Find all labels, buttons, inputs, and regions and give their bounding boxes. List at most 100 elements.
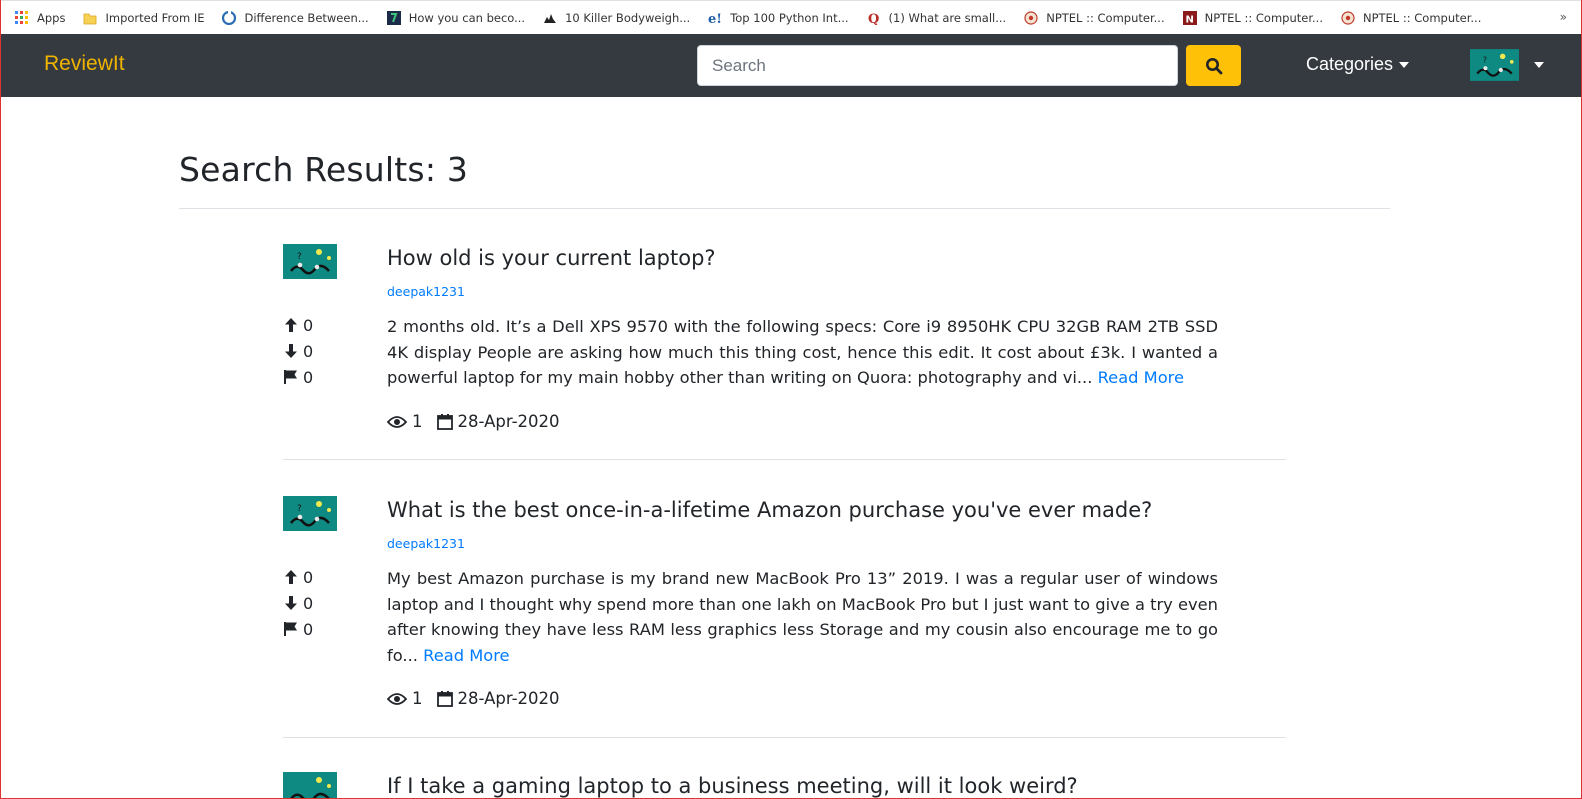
page-title: Search Results: 3 — [179, 150, 469, 189]
site-icon — [386, 10, 401, 25]
read-more-link[interactable]: Read More — [423, 646, 509, 665]
bookmark-label: Top 100 Python Int... — [730, 10, 849, 25]
downvote-count: 0 — [303, 593, 314, 613]
downvote-count: 0 — [303, 341, 314, 361]
title-divider — [179, 208, 1390, 209]
quora-icon: Q — [868, 12, 879, 25]
post-divider — [283, 737, 1286, 738]
chevron-down-icon — [1399, 61, 1410, 68]
window-border — [0, 0, 1, 799]
site-icon — [544, 13, 557, 23]
svg-text:Q: Q — [868, 12, 879, 25]
bookmark-label: NPTEL :: Computer... — [1046, 10, 1165, 25]
post-title[interactable]: What is the best once-in-a-lifetime Amaz… — [387, 498, 1152, 522]
upvote-button[interactable]: 0 — [283, 312, 313, 338]
nptel-icon — [1024, 10, 1038, 25]
svg-text:e!: e! — [708, 12, 722, 25]
author-link[interactable]: deepak1231 — [387, 536, 465, 551]
post-excerpt: My best Amazon purchase is my brand new … — [387, 566, 1218, 669]
user-menu-chevron-down-icon[interactable] — [1534, 62, 1544, 68]
author-link[interactable]: deepak1231 — [387, 284, 465, 299]
bookmark-nptel-3[interactable]: NPTEL :: Computer... — [1341, 7, 1481, 29]
upvote-count: 0 — [303, 567, 314, 587]
top-navbar: ReviewIt Categories ? — [0, 34, 1582, 97]
nptel-icon: N — [1182, 10, 1197, 25]
arrow-up-icon — [285, 318, 297, 332]
more-bookmarks-chevron-icon[interactable]: » — [1560, 10, 1567, 24]
flag-count: 0 — [303, 367, 314, 387]
svg-text:?: ? — [1483, 55, 1487, 65]
search-button[interactable] — [1186, 45, 1241, 86]
upvote-count: 0 — [303, 315, 314, 335]
downvote-button[interactable]: 0 — [283, 590, 313, 616]
bookmark-label: NPTEL :: Computer... — [1362, 10, 1482, 25]
bookmark-top-100-python[interactable]: e! Top 100 Python Int... — [708, 7, 848, 29]
categories-label: Categories — [1306, 54, 1394, 74]
svg-text:?: ? — [297, 252, 302, 262]
eye-icon — [387, 692, 407, 705]
post-meta: 1 28-Apr-2020 — [387, 689, 560, 708]
flag-button[interactable]: 0 — [283, 616, 313, 642]
post-divider — [283, 459, 1286, 460]
bookmark-label: 10 Killer Bodyweigh... — [565, 10, 691, 25]
author-avatar[interactable]: ? — [283, 496, 337, 531]
eye-icon — [387, 415, 407, 428]
search-input[interactable] — [697, 45, 1178, 86]
flag-count: 0 — [303, 619, 314, 639]
bookmark-killer-bodyweight[interactable]: 10 Killer Bodyweigh... — [543, 7, 690, 29]
user-avatar[interactable]: ? — [1470, 49, 1519, 81]
search-icon — [1205, 57, 1222, 74]
bookmark-quora[interactable]: Q (1) What are small... — [867, 7, 1007, 29]
arrow-down-icon — [285, 596, 297, 610]
post-card: ? 0 0 0 What is the best once-in-a-lifet… — [283, 496, 1286, 738]
post-card: If I take a gaming laptop to a business … — [283, 772, 1286, 799]
author-avatar[interactable]: ? — [283, 244, 337, 279]
bookmark-label: (1) What are small... — [888, 10, 1007, 25]
view-count: 1 — [412, 689, 423, 708]
post-card: ? 0 0 0 How old is your current laptop? … — [283, 244, 1286, 460]
calendar-icon — [436, 414, 453, 430]
svg-text:?: ? — [297, 504, 302, 514]
excerpt-text: 2 months old. It’s a Dell XPS 9570 with … — [387, 317, 1218, 388]
post-title[interactable]: If I take a gaming laptop to a business … — [387, 774, 1078, 798]
bookmark-label: NPTEL :: Computer... — [1204, 10, 1323, 25]
downvote-button[interactable]: 0 — [283, 338, 313, 364]
bookmark-nptel-2[interactable]: N NPTEL :: Computer... — [1182, 7, 1323, 29]
bookmark-label: How you can beco... — [408, 10, 526, 25]
bookmark-label: Imported From IE — [105, 10, 205, 25]
folder-icon — [84, 13, 97, 24]
site-icon — [222, 10, 237, 25]
bookmarks-bar: Apps Imported From IE Difference Between… — [0, 0, 1582, 34]
bookmark-difference-between[interactable]: Difference Between... — [222, 7, 369, 29]
bookmark-imported-from-ie[interactable]: Imported From IE — [83, 7, 204, 29]
post-date: 28-Apr-2020 — [457, 412, 560, 431]
post-date: 28-Apr-2020 — [457, 689, 560, 708]
vote-panel: 0 0 0 — [283, 312, 313, 390]
flag-icon — [284, 370, 297, 384]
bookmark-label: Difference Between... — [244, 10, 369, 25]
calendar-icon — [436, 691, 453, 707]
svg-text:N: N — [1185, 14, 1193, 25]
bookmark-label: Apps — [37, 10, 66, 25]
flag-button[interactable]: 0 — [283, 364, 313, 390]
read-more-link[interactable]: Read More — [1098, 368, 1184, 387]
arrow-up-icon — [285, 570, 297, 584]
brand-logo-text[interactable]: ReviewIt — [44, 52, 125, 76]
vote-panel: 0 0 0 — [283, 564, 313, 642]
post-excerpt: 2 months old. It’s a Dell XPS 9570 with … — [387, 314, 1218, 391]
post-meta: 1 28-Apr-2020 — [387, 412, 560, 431]
excerpt-text: My best Amazon purchase is my brand new … — [387, 569, 1218, 666]
categories-dropdown[interactable]: Categories — [1306, 54, 1410, 75]
bookmark-nptel-1[interactable]: NPTEL :: Computer... — [1024, 7, 1165, 29]
site-icon: e! — [708, 12, 722, 25]
flag-icon — [284, 622, 297, 636]
nptel-icon — [1341, 10, 1355, 25]
bookmark-apps[interactable]: Apps — [15, 7, 65, 29]
apps-grid-icon — [15, 10, 29, 25]
bookmark-how-you-can-become[interactable]: How you can beco... — [386, 7, 526, 29]
upvote-button[interactable]: 0 — [283, 564, 313, 590]
arrow-down-icon — [285, 344, 297, 358]
author-avatar[interactable] — [283, 772, 337, 799]
view-count: 1 — [412, 412, 423, 431]
post-title[interactable]: How old is your current laptop? — [387, 246, 716, 270]
